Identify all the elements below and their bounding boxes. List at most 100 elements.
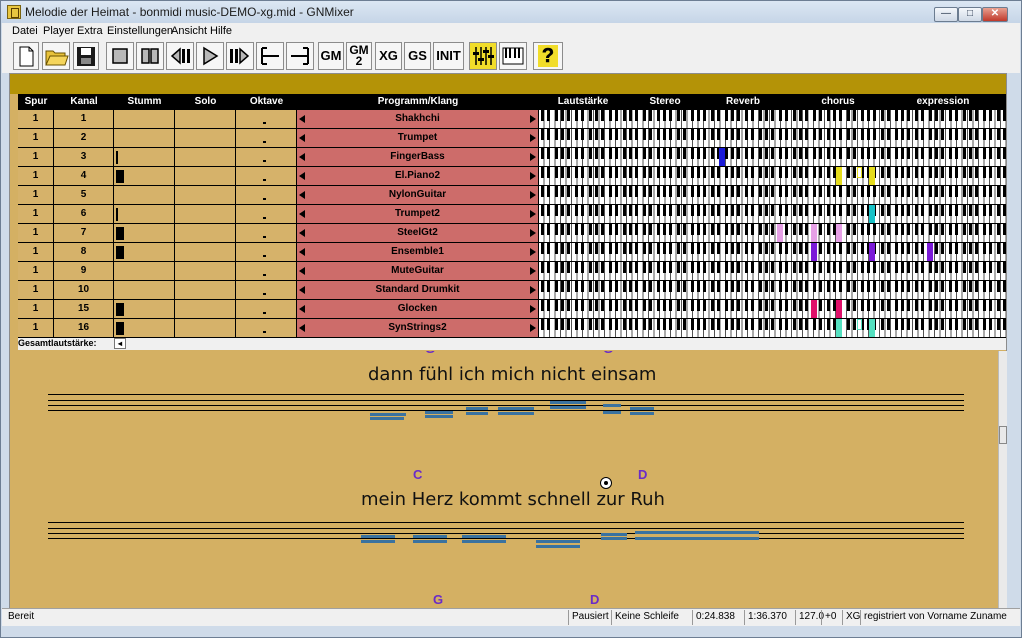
mute-cell[interactable] (114, 281, 175, 300)
gm2-button[interactable]: GM 2 (346, 42, 372, 70)
mute-cell[interactable] (114, 205, 175, 224)
controller-keyboard[interactable] (539, 300, 1006, 319)
program-prev-arrow-icon[interactable] (299, 286, 305, 294)
solo-cell[interactable] (175, 243, 236, 262)
save-file-button[interactable] (73, 42, 99, 70)
program-next-arrow-icon[interactable] (530, 153, 536, 161)
gm-button[interactable]: GM (318, 42, 344, 70)
program-select[interactable]: Standard Drumkit (297, 281, 539, 300)
mute-cell[interactable] (114, 319, 175, 338)
octave-cell[interactable] (236, 129, 297, 148)
mute-cell[interactable] (114, 300, 175, 319)
new-file-button[interactable] (13, 42, 39, 70)
program-select[interactable]: Trumpet2 (297, 205, 539, 224)
mixer-view-button[interactable] (469, 42, 497, 70)
program-select[interactable]: NylonGuitar (297, 186, 539, 205)
init-button[interactable]: INIT (433, 42, 464, 70)
solo-cell[interactable] (175, 129, 236, 148)
program-select[interactable]: SynStrings2 (297, 319, 539, 338)
octave-cell[interactable] (236, 300, 297, 319)
program-select[interactable]: Shakhchi (297, 110, 539, 129)
program-select[interactable]: MuteGuitar (297, 262, 539, 281)
program-prev-arrow-icon[interactable] (299, 153, 305, 161)
program-prev-arrow-icon[interactable] (299, 172, 305, 180)
octave-cell[interactable] (236, 224, 297, 243)
program-next-arrow-icon[interactable] (530, 286, 536, 294)
loop-end-button[interactable] (286, 42, 314, 70)
octave-cell[interactable] (236, 167, 297, 186)
scrollbar-thumb[interactable] (999, 426, 1007, 444)
program-prev-arrow-icon[interactable] (299, 248, 305, 256)
controller-keyboard[interactable] (539, 129, 1006, 148)
octave-cell[interactable] (236, 186, 297, 205)
mute-cell[interactable] (114, 224, 175, 243)
controller-keyboard[interactable] (539, 205, 1006, 224)
mute-cell[interactable] (114, 129, 175, 148)
solo-cell[interactable] (175, 167, 236, 186)
controller-keyboard[interactable] (539, 186, 1006, 205)
octave-cell[interactable] (236, 319, 297, 338)
forward-button[interactable] (226, 42, 254, 70)
program-next-arrow-icon[interactable] (530, 305, 536, 313)
program-select[interactable]: FingerBass (297, 148, 539, 167)
stop-button[interactable] (106, 42, 134, 70)
program-next-arrow-icon[interactable] (530, 210, 536, 218)
title-bar[interactable]: Melodie der Heimat - bonmidi music-DEMO-… (1, 1, 1021, 23)
menu-einstellungen[interactable]: Einstellungen (107, 25, 173, 37)
mute-cell[interactable] (114, 148, 175, 167)
octave-cell[interactable] (236, 262, 297, 281)
menu-player[interactable]: Player (43, 25, 74, 37)
octave-cell[interactable] (236, 148, 297, 167)
score-scrollbar[interactable] (998, 351, 1007, 608)
solo-cell[interactable] (175, 224, 236, 243)
program-prev-arrow-icon[interactable] (299, 210, 305, 218)
keyboard-view-button[interactable] (499, 42, 527, 70)
program-next-arrow-icon[interactable] (530, 191, 536, 199)
mute-cell[interactable] (114, 110, 175, 129)
program-next-arrow-icon[interactable] (530, 248, 536, 256)
program-select[interactable]: Trumpet (297, 129, 539, 148)
solo-cell[interactable] (175, 319, 236, 338)
program-prev-arrow-icon[interactable] (299, 115, 305, 123)
program-next-arrow-icon[interactable] (530, 115, 536, 123)
octave-cell[interactable] (236, 205, 297, 224)
solo-cell[interactable] (175, 186, 236, 205)
help-button[interactable]: ? (533, 42, 563, 70)
menu-datei[interactable]: Datei (12, 25, 38, 37)
solo-cell[interactable] (175, 205, 236, 224)
open-file-button[interactable] (42, 42, 70, 70)
octave-cell[interactable] (236, 243, 297, 262)
controller-keyboard[interactable] (539, 281, 1006, 300)
play-button[interactable] (196, 42, 224, 70)
maximize-button[interactable]: □ (958, 7, 982, 22)
pause-button[interactable] (136, 42, 164, 70)
program-next-arrow-icon[interactable] (530, 172, 536, 180)
solo-cell[interactable] (175, 281, 236, 300)
mute-cell[interactable] (114, 243, 175, 262)
program-select[interactable]: Ensemble1 (297, 243, 539, 262)
gs-button[interactable]: GS (404, 42, 431, 70)
controller-keyboard[interactable] (539, 110, 1006, 129)
octave-cell[interactable] (236, 281, 297, 300)
program-next-arrow-icon[interactable] (530, 229, 536, 237)
program-next-arrow-icon[interactable] (530, 134, 536, 142)
program-prev-arrow-icon[interactable] (299, 324, 305, 332)
menu-ansicht[interactable]: Ansicht (171, 25, 207, 37)
loop-start-button[interactable] (256, 42, 284, 70)
mute-cell[interactable] (114, 186, 175, 205)
mute-cell[interactable] (114, 167, 175, 186)
program-next-arrow-icon[interactable] (530, 324, 536, 332)
xg-button[interactable]: XG (375, 42, 402, 70)
solo-cell[interactable] (175, 262, 236, 281)
mute-cell[interactable] (114, 262, 175, 281)
octave-cell[interactable] (236, 110, 297, 129)
program-prev-arrow-icon[interactable] (299, 229, 305, 237)
solo-cell[interactable] (175, 300, 236, 319)
controller-keyboard[interactable] (539, 224, 1006, 243)
solo-cell[interactable] (175, 148, 236, 167)
solo-cell[interactable] (175, 110, 236, 129)
menu-hilfe[interactable]: Hilfe (210, 25, 232, 37)
minimize-button[interactable]: — (934, 7, 958, 22)
controller-keyboard[interactable] (539, 262, 1006, 281)
master-volume-left-arrow[interactable]: ◂ (114, 338, 126, 349)
